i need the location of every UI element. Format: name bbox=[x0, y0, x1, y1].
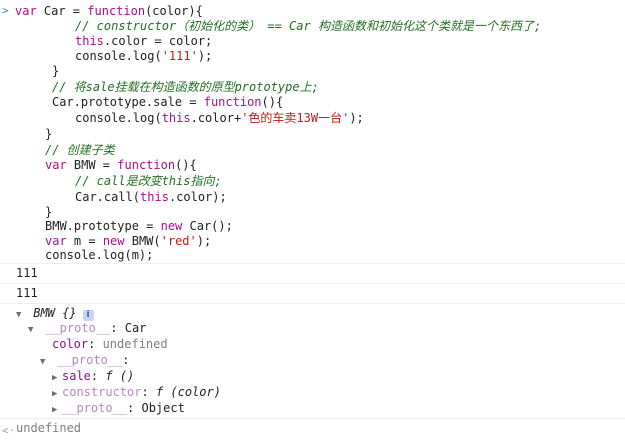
proto-nested-row[interactable]: ▼ __proto__: bbox=[40, 353, 130, 368]
code-line-8: console.log(this.color+'色的车卖13W一台'); bbox=[75, 111, 364, 126]
code-token: console.log( bbox=[75, 49, 162, 63]
code-token: ); bbox=[196, 234, 212, 248]
code-token: .color); bbox=[168, 190, 227, 204]
code-token: (){ bbox=[175, 158, 197, 172]
code-line-11: var BMW = function(){ bbox=[45, 158, 197, 173]
code-token: ); bbox=[197, 49, 213, 63]
property-key: sale bbox=[62, 369, 91, 383]
info-icon[interactable]: i bbox=[82, 310, 94, 321]
triangle-right-icon[interactable]: ▶ bbox=[52, 371, 62, 386]
console-separator bbox=[0, 303, 625, 304]
code-token: var bbox=[15, 4, 37, 18]
code-token: var bbox=[45, 158, 67, 172]
code-line-6: // 将sale挂载在构造函数的原型prototype上; bbox=[52, 80, 319, 95]
code-line-15: BMW.prototype = new Car(); bbox=[45, 219, 233, 234]
code-comment: // call是改变this指向; bbox=[75, 174, 222, 188]
code-token: BMW = bbox=[66, 158, 118, 172]
property-value: Car bbox=[124, 321, 147, 335]
code-line-16: var m = new BMW('red'); bbox=[45, 234, 211, 249]
property-key: __proto__ bbox=[45, 321, 111, 335]
code-token: Car.call( bbox=[75, 190, 141, 204]
triangle-right-icon[interactable]: ▶ bbox=[52, 403, 62, 418]
code-string: '111' bbox=[161, 49, 198, 63]
code-token: Car.prototype.sale = bbox=[52, 95, 204, 109]
code-token: ); bbox=[349, 111, 364, 125]
code-token: console.log( bbox=[75, 111, 162, 125]
code-line-2: // constructor（初始化的类） == Car 构造函数和初始化这个类… bbox=[75, 19, 541, 34]
code-line-17: console.log(m); bbox=[45, 248, 153, 263]
sale-property-row[interactable]: ▶ sale: f () bbox=[52, 369, 134, 384]
log-text: 111 bbox=[16, 286, 38, 300]
color-property-row: color: undefined bbox=[52, 337, 168, 351]
code-line-1: var Car = function(color){ bbox=[15, 4, 203, 19]
code-token: var bbox=[45, 234, 67, 248]
code-token: } bbox=[52, 64, 60, 78]
code-comment: // 创建子类 bbox=[45, 143, 115, 157]
code-token: new bbox=[102, 234, 125, 248]
code-line-7: Car.prototype.sale = function(){ bbox=[52, 95, 283, 110]
code-token: Car(); bbox=[182, 219, 233, 233]
property-key: __proto__ bbox=[62, 401, 128, 415]
code-token: .color+ bbox=[190, 111, 242, 125]
log-text: 111 bbox=[16, 266, 38, 280]
code-line-14: } bbox=[45, 205, 52, 220]
code-line-9: } bbox=[45, 127, 52, 142]
code-line-5: } bbox=[52, 64, 59, 79]
code-line-10: // 创建子类 bbox=[45, 143, 115, 158]
code-line-13: Car.call(this.color); bbox=[75, 190, 227, 205]
property-value: Object bbox=[141, 401, 185, 415]
code-token: .color = color; bbox=[103, 34, 213, 48]
property-value: f () bbox=[105, 369, 135, 383]
code-string: '色的车卖13W一台' bbox=[241, 111, 350, 125]
property-key: __proto__ bbox=[57, 353, 123, 367]
property-key: color bbox=[52, 337, 89, 351]
code-token: this bbox=[75, 34, 104, 48]
triangle-down-icon[interactable]: ▼ bbox=[40, 355, 50, 370]
code-token: BMW.prototype = bbox=[45, 219, 161, 233]
code-line-3: this.color = color; bbox=[75, 34, 212, 49]
result-value: undefined bbox=[16, 421, 81, 436]
code-comment: // 将sale挂载在构造函数的原型prototype上; bbox=[52, 80, 319, 94]
code-token: new bbox=[160, 219, 183, 233]
console-log-111-first: 111 bbox=[16, 266, 38, 281]
triangle-down-icon[interactable]: ▼ bbox=[28, 323, 38, 338]
code-token: BMW( bbox=[124, 234, 161, 248]
console-separator bbox=[0, 418, 625, 419]
triangle-right-icon[interactable]: ▶ bbox=[52, 387, 62, 402]
code-token: function bbox=[203, 95, 262, 109]
proto-object-row[interactable]: ▶ __proto__: Object bbox=[52, 401, 185, 416]
code-token: this bbox=[161, 111, 191, 125]
prompt-chevron-icon: > bbox=[2, 4, 9, 17]
constructor-property-row[interactable]: ▶ constructor: f (color) bbox=[52, 385, 221, 400]
code-token: console.log(m); bbox=[45, 248, 154, 262]
object-root-row[interactable]: ▼ BMW {} i bbox=[16, 306, 94, 321]
code-token: function bbox=[117, 158, 176, 172]
property-key: constructor bbox=[62, 385, 142, 399]
object-header: BMW {} bbox=[33, 306, 77, 320]
triangle-down-icon[interactable]: ▼ bbox=[16, 308, 26, 323]
code-string: 'red' bbox=[160, 234, 197, 248]
proto-car-row[interactable]: ▼ __proto__: Car bbox=[28, 321, 146, 336]
console-separator bbox=[0, 263, 625, 264]
result-text: undefined bbox=[16, 421, 82, 435]
console-log-111-second: 111 bbox=[16, 286, 38, 301]
code-line-4: console.log('111'); bbox=[75, 49, 212, 64]
code-token: } bbox=[45, 205, 53, 219]
chevron-left-icon: <· bbox=[2, 424, 16, 437]
code-token: function bbox=[87, 4, 146, 18]
property-value: undefined bbox=[102, 337, 168, 351]
code-token: Car = bbox=[36, 4, 88, 18]
code-line-12: // call是改变this指向; bbox=[75, 174, 222, 189]
code-token: m = bbox=[66, 234, 103, 248]
code-comment: // constructor（初始化的类） == Car 构造函数和初始化这个类… bbox=[75, 19, 542, 33]
property-value: f (color) bbox=[155, 385, 221, 399]
code-token: (color){ bbox=[145, 4, 203, 18]
code-token: } bbox=[45, 127, 53, 141]
code-token: this bbox=[140, 190, 169, 204]
console-separator bbox=[0, 283, 625, 284]
code-token: (){ bbox=[261, 95, 284, 109]
